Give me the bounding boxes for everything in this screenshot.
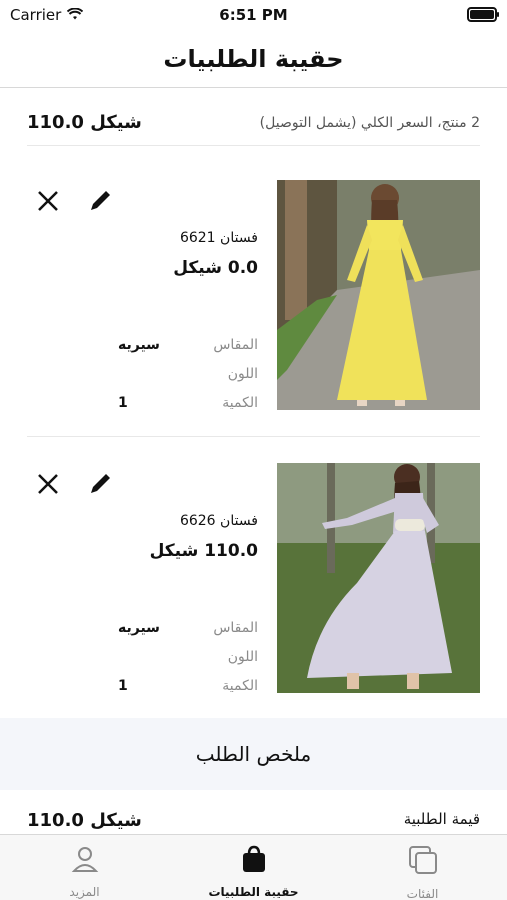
item-attributes: المقاس سيريه اللون الكمية 1: [118, 613, 258, 700]
item-price: 0.0 شيكل: [173, 258, 258, 278]
tab-categories-label: الفئات: [406, 887, 439, 900]
tab-more[interactable]: المزيد: [0, 835, 169, 900]
battery-icon: [467, 7, 499, 22]
quantity-label: الكمية: [222, 677, 258, 694]
size-label: المقاس: [213, 336, 258, 353]
nav-header: حقيبة الطلبيات: [0, 30, 507, 88]
item-name: فستان 6626: [179, 513, 258, 529]
color-label: اللون: [227, 648, 258, 665]
item-divider: [27, 436, 480, 437]
size-value: سيريه: [118, 619, 160, 636]
quantity-row: الكمية 1: [118, 388, 258, 417]
quantity-value: 1: [118, 677, 128, 694]
cart-item: فستان 6626 110.0 شيكل المقاس سيريه اللون…: [27, 463, 480, 694]
cart-summary-line: 110.0 شيكل 2 منتج، السعر الكلي (يشمل الت…: [27, 100, 480, 146]
person-icon: [71, 845, 99, 877]
bag-icon: [240, 845, 268, 877]
product-photo[interactable]: [277, 180, 480, 410]
cart-item: فستان 6621 0.0 شيكل المقاس سيريه اللون ا…: [27, 180, 480, 411]
item-info: فستان 6626 110.0 شيكل: [28, 513, 258, 561]
cart-summary-caption: 2 منتج، السعر الكلي (يشمل التوصيل): [259, 114, 480, 131]
categories-icon: [408, 845, 438, 879]
item-price: 110.0 شيكل: [149, 541, 258, 561]
clock: 6:51 PM: [219, 6, 288, 24]
size-row: المقاس سيريه: [118, 330, 258, 359]
item-actions: [35, 188, 113, 214]
order-summary-header: ملخص الطلب: [0, 718, 507, 790]
order-value-row: 110.0 شيكل قيمة الطلبية: [27, 810, 480, 831]
status-bar: Carrier 6:51 PM: [0, 0, 507, 30]
color-row: اللون: [118, 359, 258, 388]
size-label: المقاس: [213, 619, 258, 636]
item-name: فستان 6621: [179, 230, 258, 246]
edit-icon[interactable]: [87, 471, 113, 497]
product-photo[interactable]: [277, 463, 480, 693]
tab-more-label: المزيد: [69, 885, 100, 899]
remove-icon[interactable]: [35, 188, 61, 214]
size-row: المقاس سيريه: [118, 613, 258, 642]
page-title: حقيبة الطلبيات: [163, 44, 344, 73]
color-row: اللون: [118, 642, 258, 671]
order-summary-title: ملخص الطلب: [195, 742, 312, 766]
tab-bar: المزيد حقيبة الطلبيات الفئات: [0, 834, 507, 900]
order-value: 110.0 شيكل: [27, 810, 142, 831]
item-attributes: المقاس سيريه اللون الكمية 1: [118, 330, 258, 417]
order-value-label: قيمة الطلبية: [403, 810, 480, 828]
edit-icon[interactable]: [87, 188, 113, 214]
color-label: اللون: [227, 365, 258, 382]
tab-cart-label: حقيبة الطلبيات: [208, 885, 299, 899]
item-actions: [35, 471, 113, 497]
tab-categories[interactable]: الفئات: [338, 835, 507, 900]
quantity-row: الكمية 1: [118, 671, 258, 700]
size-value: سيريه: [118, 336, 160, 353]
cart-total: 110.0 شيكل: [27, 112, 142, 133]
quantity-value: 1: [118, 394, 128, 411]
quantity-label: الكمية: [222, 394, 258, 411]
item-info: فستان 6621 0.0 شيكل: [28, 230, 258, 278]
remove-icon[interactable]: [35, 471, 61, 497]
tab-cart[interactable]: حقيبة الطلبيات: [169, 835, 338, 900]
